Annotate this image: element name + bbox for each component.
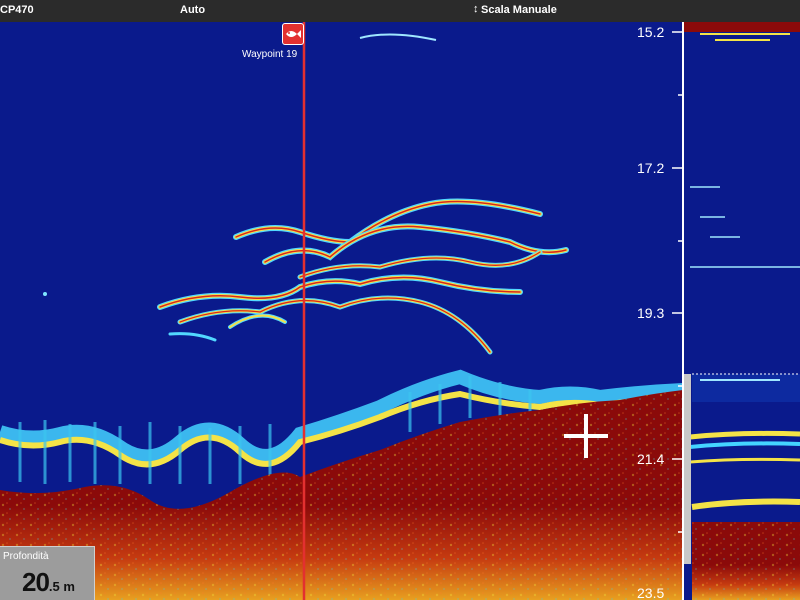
depth-readout-title: Profondità	[3, 551, 49, 562]
depth-decimal: .5	[48, 579, 60, 594]
top-status-bar: CP470 Auto ↕ Scala Manuale	[0, 0, 800, 22]
depth-integer: 20	[22, 567, 50, 597]
waypoint-label[interactable]: Waypoint 19	[242, 49, 297, 60]
sonar-display[interactable]: 15.2 17.2 19.3 21.4 23.5	[0, 22, 800, 600]
depth-label-0: 15.2	[637, 24, 664, 40]
depth-label-2: 19.3	[637, 305, 664, 321]
depth-readout-value: 20.5 m	[22, 567, 75, 598]
depth-unit: m	[63, 579, 75, 594]
depth-label-4: 23.5	[637, 585, 664, 600]
range-mode-label[interactable]: Scala Manuale	[481, 4, 557, 16]
fish-waypoint-icon[interactable]	[282, 23, 304, 45]
up-down-arrows-icon: ↕	[473, 3, 479, 15]
crosshair-cursor-icon	[564, 414, 608, 458]
gain-mode-label[interactable]: Auto	[180, 4, 205, 16]
history-scroll-bar[interactable]	[684, 374, 691, 564]
source-label[interactable]: CP470	[0, 4, 34, 16]
depth-label-3: 21.4	[637, 451, 664, 467]
depth-label-1: 17.2	[637, 160, 664, 176]
depth-readout-panel: Profondità 20.5 m	[0, 546, 95, 600]
history-strip	[684, 22, 800, 600]
